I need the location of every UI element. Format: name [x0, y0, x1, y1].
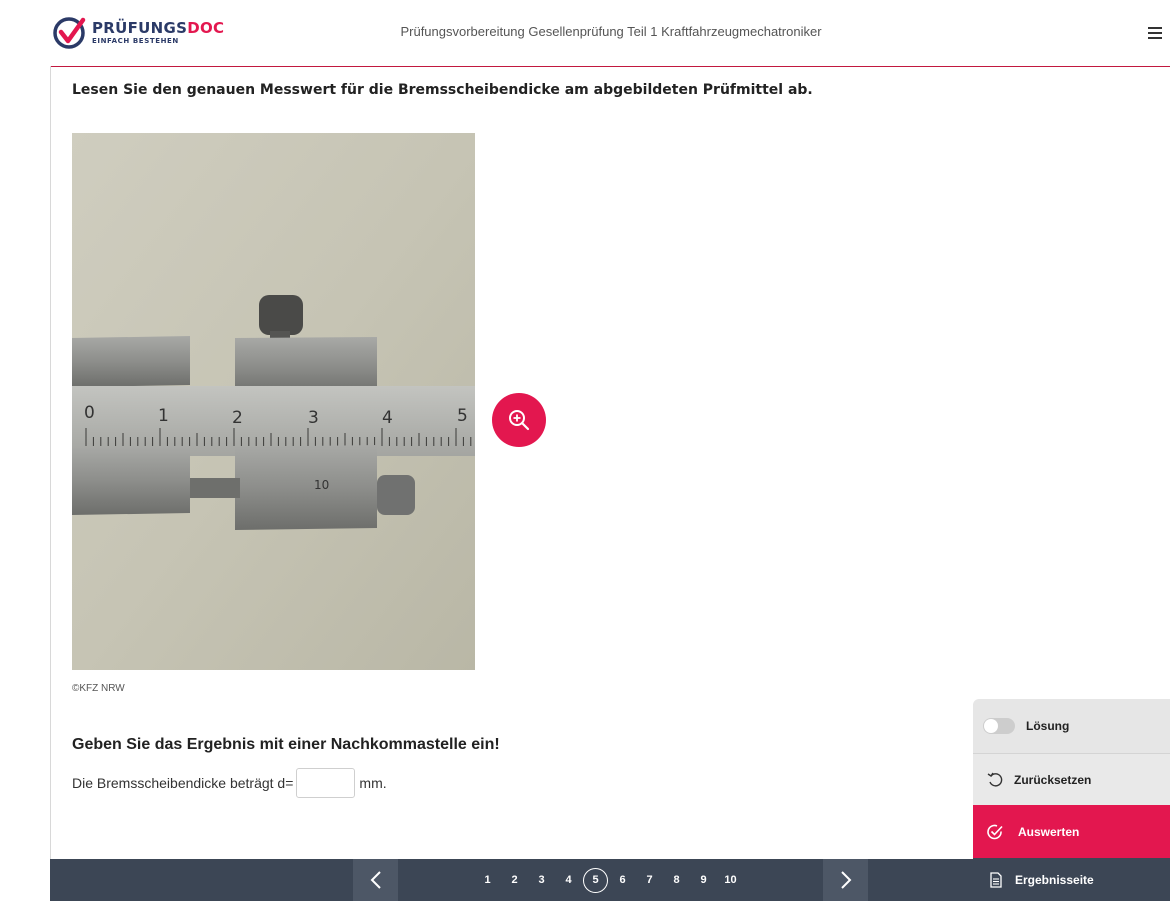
previous-question-button[interactable]: [353, 859, 398, 901]
solution-toggle[interactable]: [983, 718, 1015, 734]
page-number-2[interactable]: 2: [501, 874, 528, 886]
results-label: Ergebnisseite: [1015, 872, 1094, 887]
scale-label-4: 4: [382, 408, 393, 428]
solution-label: Lösung: [1026, 719, 1070, 733]
chevron-left-icon: [370, 871, 381, 889]
caliper-illustration: 10 0 1 2 3 4 5: [72, 133, 475, 670]
page-number-label: 7: [646, 874, 653, 886]
page-number-6[interactable]: 6: [609, 874, 636, 886]
page-number-label: 9: [700, 874, 707, 886]
action-panel: Lösung Zurücksetzen Auswerten Ergebnisse…: [973, 699, 1170, 901]
question-pager: 1 2 3 4 5 6 7 8 9 10: [474, 859, 744, 901]
page-number-label: 3: [538, 874, 545, 886]
page-number-label: 2: [511, 874, 518, 886]
scale-label-1: 1: [158, 406, 169, 426]
page-number-label: 1: [484, 874, 491, 886]
page-number-8[interactable]: 8: [663, 874, 690, 886]
evaluate-label: Auswerten: [1018, 824, 1080, 839]
thickness-input[interactable]: [296, 768, 356, 798]
page-number-label: 5: [583, 867, 608, 893]
page-number-1[interactable]: 1: [474, 874, 501, 886]
page-number-9[interactable]: 9: [690, 874, 717, 886]
page-number-4[interactable]: 4: [555, 874, 582, 886]
page-number-label: 4: [565, 874, 572, 886]
next-question-button[interactable]: [823, 859, 868, 901]
solution-toggle-row[interactable]: Lösung: [973, 699, 1170, 753]
page-number-label: 10: [724, 874, 737, 886]
page-number-label: 8: [673, 874, 680, 886]
zoom-button[interactable]: [492, 393, 546, 447]
hamburger-menu-icon[interactable]: [1148, 27, 1162, 39]
undo-icon: [987, 772, 1003, 787]
chevron-right-icon: [840, 871, 851, 889]
results-page-button[interactable]: Ergebnisseite: [973, 858, 1170, 901]
answer-row: Die Bremsscheibendicke beträgt d= mm.: [72, 768, 387, 798]
zoom-in-icon: [509, 410, 530, 431]
page-number-7[interactable]: 7: [636, 874, 663, 886]
page-title: Prüfungsvorbereitung Gesellenprüfung Tei…: [400, 24, 822, 39]
scale-label-0: 0: [84, 403, 95, 423]
logo-tagline: EINFACH BESTEHEN: [92, 37, 179, 45]
scale-label-3: 3: [308, 408, 319, 428]
vernier-label: 10: [314, 478, 329, 492]
document-icon: [990, 871, 1002, 888]
answer-unit: mm.: [359, 775, 387, 791]
question-text: Lesen Sie den genauen Messwert für die B…: [72, 82, 813, 98]
check-circle-icon: [987, 824, 1003, 839]
app-header: PRÜFUNGSDOC EINFACH BESTEHEN Prüfungsvor…: [0, 0, 1170, 66]
answer-prefix: Die Bremsscheibendicke beträgt d=: [72, 775, 294, 791]
page-number-label: 6: [619, 874, 626, 886]
reset-button[interactable]: Zurücksetzen: [973, 753, 1170, 805]
scale-label-2: 2: [232, 408, 243, 428]
content-border: [50, 66, 51, 901]
instruction-text: Geben Sie das Ergebnis mit einer Nachkom…: [72, 736, 500, 753]
reset-label: Zurücksetzen: [1014, 772, 1092, 787]
scale-label-5: 5: [457, 406, 468, 426]
image-credit: ©KFZ NRW: [72, 683, 125, 694]
page-number-3[interactable]: 3: [528, 874, 555, 886]
caliper-photo: 10 0 1 2 3 4 5: [72, 133, 475, 670]
evaluate-button[interactable]: Auswerten: [973, 805, 1170, 858]
page-number-10[interactable]: 10: [717, 874, 744, 886]
page-number-5[interactable]: 5: [582, 867, 609, 893]
header-divider: [50, 66, 1170, 67]
